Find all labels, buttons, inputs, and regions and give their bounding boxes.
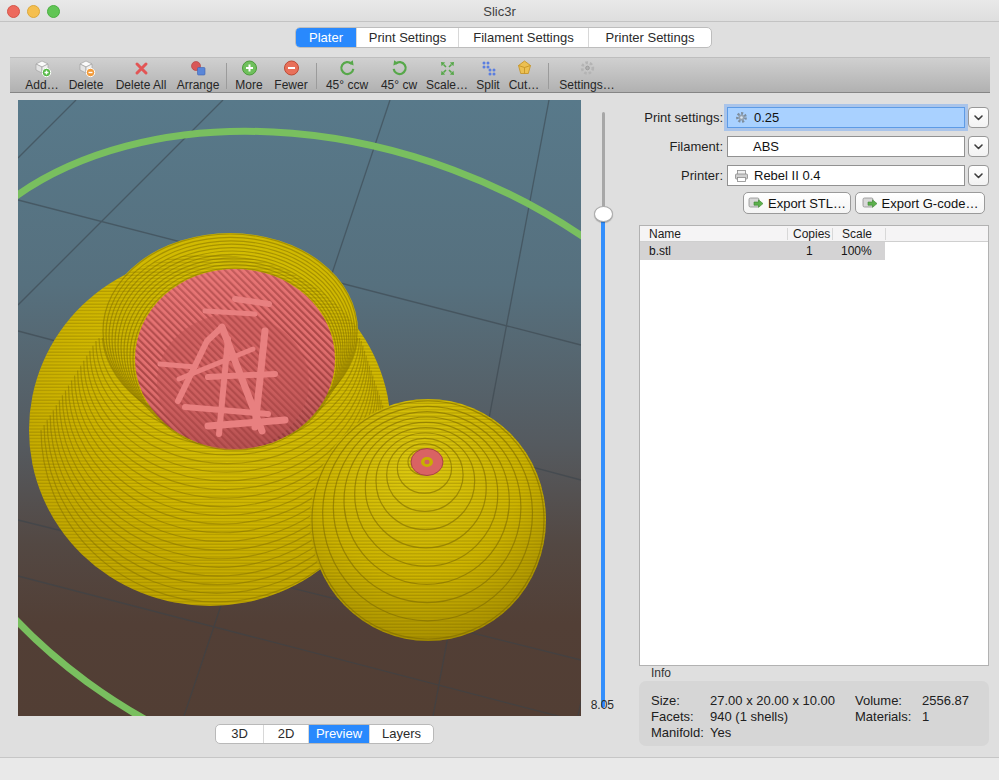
- materials-value: 1: [922, 709, 929, 724]
- objects-table-header: Name Copies Scale: [640, 226, 988, 242]
- print-settings-label: Print settings:: [613, 110, 723, 125]
- manifold-value: Yes: [710, 725, 731, 740]
- view-mode-3d[interactable]: 3D: [216, 725, 263, 743]
- layer-slider-track-filled[interactable]: [601, 214, 605, 708]
- volume-value: 2556.87: [922, 693, 969, 708]
- rotate-cw-button[interactable]: 45° cw: [376, 59, 422, 93]
- title-bar: Slic3r: [0, 0, 999, 22]
- print-settings-dropdown-button[interactable]: [968, 107, 989, 128]
- tab-filament-settings[interactable]: Filament Settings: [458, 28, 588, 47]
- status-bar: [0, 758, 999, 780]
- small-object: [310, 399, 546, 641]
- layer-slider-value: 8.05: [576, 698, 614, 712]
- tab-print-settings[interactable]: Print Settings: [356, 28, 458, 47]
- window-title: Slic3r: [0, 4, 999, 19]
- cut-icon: [506, 59, 542, 78]
- print-settings-combo[interactable]: 0.25: [727, 107, 965, 128]
- gear-icon: [734, 110, 749, 125]
- more-button[interactable]: More: [230, 59, 268, 93]
- toolbar-separator: [548, 63, 549, 89]
- scale-button[interactable]: Scale…: [424, 59, 470, 93]
- cut-button[interactable]: Cut…: [506, 59, 542, 93]
- toolbar-separator: [316, 63, 317, 89]
- delete-all-button[interactable]: Delete All: [110, 59, 172, 93]
- toolbar: Add… Delete Delete All Arrange More: [10, 57, 990, 93]
- printer-combo[interactable]: Rebel II 0.4: [727, 165, 965, 186]
- filament-label: Filament:: [613, 139, 723, 154]
- objects-table[interactable]: Name Copies Scale b.stl 1 100%: [639, 225, 989, 666]
- tab-plater[interactable]: Plater: [296, 28, 356, 47]
- tab-printer-settings[interactable]: Printer Settings: [588, 28, 711, 47]
- layer-slider-track[interactable]: [602, 112, 605, 214]
- delete-icon: [64, 59, 108, 78]
- fewer-button[interactable]: Fewer: [270, 59, 312, 93]
- chevron-down-icon: [975, 116, 982, 120]
- toolbar-separator: [226, 63, 227, 89]
- column-header-scale[interactable]: Scale: [842, 226, 872, 242]
- settings-gear-icon: [556, 59, 618, 78]
- fewer-icon: [270, 59, 312, 78]
- column-header-name[interactable]: Name: [649, 226, 681, 242]
- rotate-ccw-icon: [320, 59, 374, 78]
- main-tabs: Plater Print Settings Filament Settings …: [295, 27, 712, 48]
- filament-combo[interactable]: ABS: [727, 136, 965, 157]
- row-name: b.stl: [649, 242, 671, 260]
- delete-button[interactable]: Delete: [64, 59, 108, 93]
- window: Slic3r Plater Print Settings Filament Se…: [0, 0, 999, 780]
- scale-icon: [424, 59, 470, 78]
- table-row[interactable]: b.stl 1 100%: [640, 242, 885, 260]
- view-mode-preview[interactable]: Preview: [308, 725, 369, 743]
- chevron-down-icon: [975, 174, 982, 178]
- materials-label: Materials:: [855, 709, 911, 724]
- more-icon: [230, 59, 268, 78]
- filament-dropdown-button[interactable]: [968, 136, 989, 157]
- printer-icon: [734, 169, 749, 183]
- facets-value: 940 (1 shells): [710, 709, 788, 724]
- rotate-ccw-button[interactable]: 45° ccw: [320, 59, 374, 93]
- export-icon: [862, 196, 878, 211]
- rotate-cw-icon: [376, 59, 422, 78]
- row-scale: 100%: [841, 242, 872, 260]
- printer-label: Printer:: [613, 168, 723, 183]
- export-icon: [748, 196, 764, 211]
- facets-label: Facets:: [651, 709, 694, 724]
- export-gcode-button[interactable]: Export G-code…: [855, 192, 985, 214]
- info-box: Size: 27.00 x 20.00 x 10.00 Volume: 2556…: [639, 681, 989, 746]
- split-icon: [472, 59, 504, 78]
- printer-dropdown-button[interactable]: [968, 165, 989, 186]
- volume-label: Volume:: [855, 693, 902, 708]
- export-stl-button[interactable]: Export STL…: [743, 192, 851, 214]
- split-button[interactable]: Split: [472, 59, 504, 93]
- row-copies: 1: [806, 242, 813, 260]
- add-icon: [22, 59, 62, 78]
- view-mode-tabs: 3D 2D Preview Layers: [215, 724, 434, 744]
- info-section-title: Info: [651, 666, 671, 680]
- arrange-button[interactable]: Arrange: [174, 59, 222, 93]
- view-mode-2d[interactable]: 2D: [263, 725, 308, 743]
- add-button[interactable]: Add…: [22, 59, 62, 93]
- size-value: 27.00 x 20.00 x 10.00: [710, 693, 835, 708]
- 3d-viewport[interactable]: [18, 100, 581, 716]
- chevron-down-icon: [975, 145, 982, 149]
- layer-slider-thumb[interactable]: [594, 206, 613, 222]
- settings-button[interactable]: Settings…: [556, 59, 618, 93]
- arrange-icon: [174, 59, 222, 78]
- size-label: Size:: [651, 693, 680, 708]
- delete-all-icon: [110, 59, 172, 78]
- view-mode-layers[interactable]: Layers: [369, 725, 433, 743]
- column-header-copies[interactable]: Copies: [793, 226, 830, 242]
- manifold-label: Manifold:: [651, 725, 704, 740]
